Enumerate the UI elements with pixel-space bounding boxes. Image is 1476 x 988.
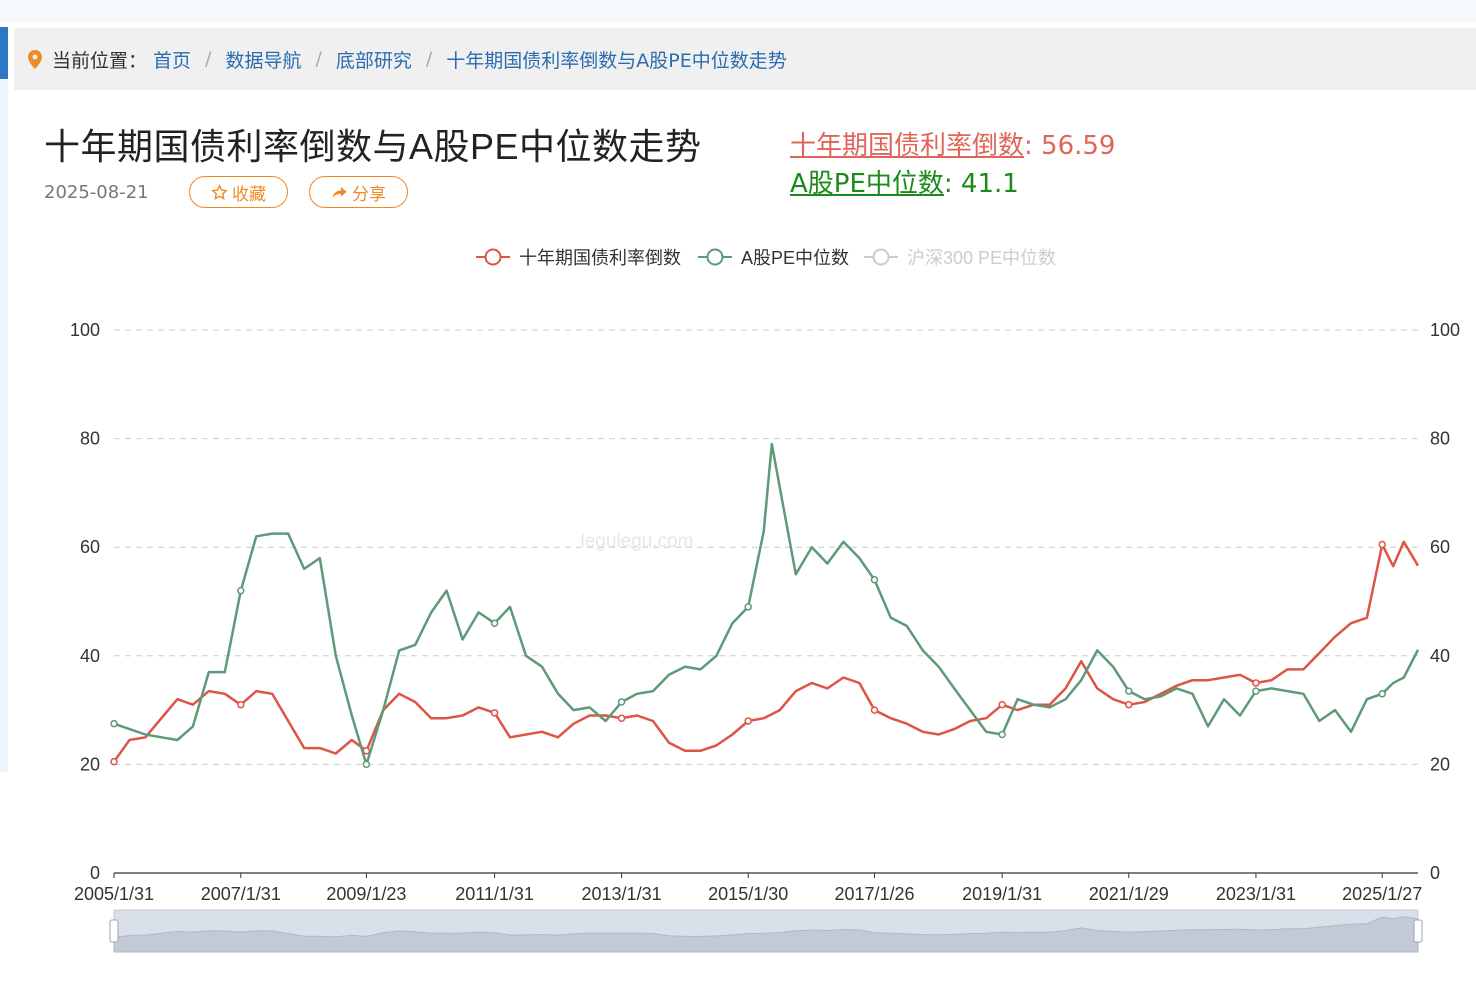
y-tick-label-right: 20 (1430, 754, 1450, 774)
legend-label: 沪深300 PE中位数 (907, 248, 1056, 268)
page-title: 十年期国债利率倒数与A股PE中位数走势 (44, 126, 702, 167)
share-label: 分享 (352, 184, 386, 205)
data-point (1252, 687, 1260, 695)
breadcrumb-data-nav[interactable]: 数据导航 (225, 46, 301, 73)
zoom-handle-right[interactable] (1413, 919, 1423, 943)
legend-label: 十年期国债利率倒数 (519, 248, 681, 268)
x-tick-label: 2009/1/23 (326, 884, 406, 904)
star-icon (211, 183, 228, 201)
y-tick-label-left: 80 (80, 429, 100, 449)
data-point (237, 586, 245, 595)
data-point (362, 760, 371, 769)
breadcrumb-separator: / (425, 48, 433, 70)
share-button[interactable]: 分享 (309, 176, 408, 208)
top-strip (0, 0, 1476, 22)
data-point (998, 700, 1006, 709)
bond-stat-value: : 56.59 (1024, 131, 1116, 161)
line-chart: 十年期国债利率倒数 A股PE中位数 沪深300 PE中位数 legulegu.com… (70, 248, 1460, 953)
watermark: legulegu.com (580, 531, 693, 552)
chart-series (110, 442, 1420, 769)
x-tick-label: 2011/1/31 (455, 884, 534, 904)
chart-legend: 十年期国债利率倒数 A股PE中位数 沪深300 PE中位数 (476, 248, 1056, 268)
legend-item[interactable]: 十年期国债利率倒数 (476, 248, 681, 268)
x-tick-label: 2005/1/31 (74, 884, 154, 904)
data-point (617, 714, 626, 722)
y-tick-label-left: 0 (90, 863, 100, 883)
data-point (1125, 700, 1133, 709)
data-point (362, 747, 371, 755)
data-point (1378, 690, 1386, 698)
legend-item[interactable]: A股PE中位数 (698, 248, 849, 268)
data-point (617, 698, 626, 706)
y-tick-label-left: 100 (70, 320, 100, 340)
chart-grid (114, 329, 1418, 874)
x-tick-label: 2017/1/26 (834, 884, 914, 904)
bond-stat-name[interactable]: 十年期国债利率倒数 (790, 131, 1024, 161)
x-axis: 2005/1/31 2007/1/31 2009/1/23 2011/1/31 2013… (74, 873, 1422, 904)
legend-item[interactable]: 沪深300 PE中位数 (864, 248, 1056, 268)
publish-date: 2025-08-21 (44, 182, 149, 203)
pe-stat-name[interactable]: A股PE中位数 (790, 169, 944, 199)
y-tick-label-right: 80 (1430, 429, 1450, 449)
data-point (1378, 540, 1386, 549)
map-pin-icon (28, 49, 42, 69)
series-line-0 (112, 540, 1420, 763)
data-point (490, 709, 499, 717)
y-axis-left: 0 20 40 60 80 100 (70, 320, 100, 883)
y-tick-label-left: 40 (80, 646, 100, 666)
data-point (1125, 687, 1133, 695)
data-point (237, 700, 245, 709)
x-tick-label: 2019/1/31 (962, 884, 1042, 904)
x-tick-label: 2025/1/27 (1342, 884, 1422, 904)
y-tick-label-right: 0 (1430, 863, 1440, 883)
breadcrumb-separator: / (315, 48, 322, 70)
y-tick-label-left: 60 (80, 537, 100, 557)
x-tick-label: 2015/1/30 (708, 884, 788, 904)
data-point (490, 619, 499, 627)
legend-marker (484, 248, 502, 266)
legend-label: A股PE中位数 (741, 248, 849, 268)
breadcrumb-home[interactable]: 首页 (153, 46, 191, 73)
y-tick-label-right: 60 (1430, 537, 1450, 557)
data-point (110, 719, 118, 728)
share-arrow-icon (331, 184, 348, 201)
left-accent-bar (0, 27, 8, 79)
data-point (998, 730, 1006, 739)
breadcrumb: 当前位置： 首页 / 数据导航 / 底部研究 / 十年期国债利率倒数与A股PE中… (14, 28, 1476, 90)
data-point (1252, 679, 1260, 687)
legend-marker (706, 248, 724, 266)
x-tick-label: 2007/1/31 (201, 884, 281, 904)
y-tick-label-right: 40 (1430, 646, 1450, 666)
bond-stat: 十年期国债利率倒数: 56.59 (790, 125, 1115, 162)
data-point (870, 706, 879, 714)
pe-stat: A股PE中位数: 41.1 (790, 163, 1019, 200)
breadcrumb-current-page[interactable]: 十年期国债利率倒数与A股PE中位数走势 (446, 46, 786, 73)
y-tick-label-right: 100 (1430, 320, 1460, 340)
pe-stat-value: : 41.1 (943, 169, 1019, 199)
data-point (870, 576, 879, 584)
y-tick-label-left: 20 (80, 754, 100, 774)
x-tick-label: 2021/1/29 (1089, 884, 1169, 904)
data-zoom-slider[interactable] (109, 909, 1423, 953)
breadcrumb-bottom-research[interactable]: 底部研究 (336, 46, 412, 73)
favorite-button[interactable]: 收藏 (189, 176, 288, 208)
data-point (744, 717, 752, 725)
breadcrumb-label: 当前位置： (52, 49, 148, 72)
x-tick-label: 2023/1/31 (1216, 884, 1296, 904)
x-tick-label: 2013/1/31 (582, 884, 662, 904)
breadcrumb-separator: / (205, 48, 212, 70)
favorite-label: 收藏 (232, 184, 266, 205)
data-point (744, 603, 752, 611)
legend-marker (872, 248, 890, 266)
data-point (110, 757, 118, 766)
zoom-handle-left[interactable] (109, 919, 119, 943)
y-axis-right: 0 20 40 60 80 100 (1430, 320, 1460, 883)
